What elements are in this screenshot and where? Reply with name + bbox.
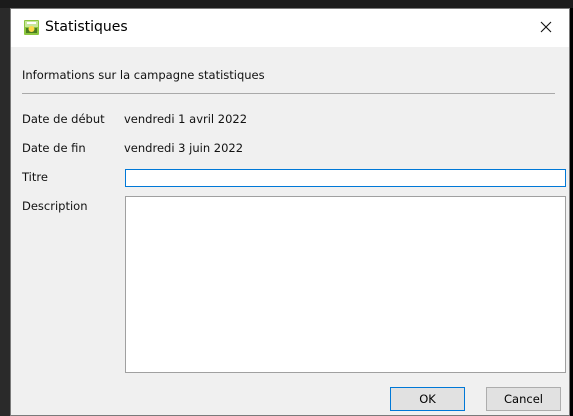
description-label: Description (22, 199, 88, 213)
close-icon (540, 21, 552, 36)
title-bar[interactable]: Statistiques (11, 9, 569, 47)
ok-button[interactable]: OK (390, 387, 465, 411)
title-input[interactable] (125, 169, 566, 187)
title-label: Titre (22, 170, 48, 184)
statistiques-dialog: Statistiques Informations sur la campagn… (10, 8, 570, 416)
start-date-label: Date de début (22, 112, 105, 126)
close-button[interactable] (523, 9, 569, 47)
header-separator (22, 93, 555, 94)
end-date-label: Date de fin (22, 141, 86, 155)
background-window-edge (0, 8, 10, 416)
background-window-strip (0, 0, 573, 8)
app-stats-icon (24, 20, 39, 35)
end-date-value: vendredi 3 juin 2022 (124, 141, 244, 155)
cancel-button[interactable]: Cancel (486, 387, 561, 411)
description-textarea[interactable] (125, 196, 566, 373)
section-header: Informations sur la campagne statistique… (22, 68, 265, 82)
start-date-value: vendredi 1 avril 2022 (124, 112, 248, 126)
window-title: Statistiques (45, 19, 128, 35)
